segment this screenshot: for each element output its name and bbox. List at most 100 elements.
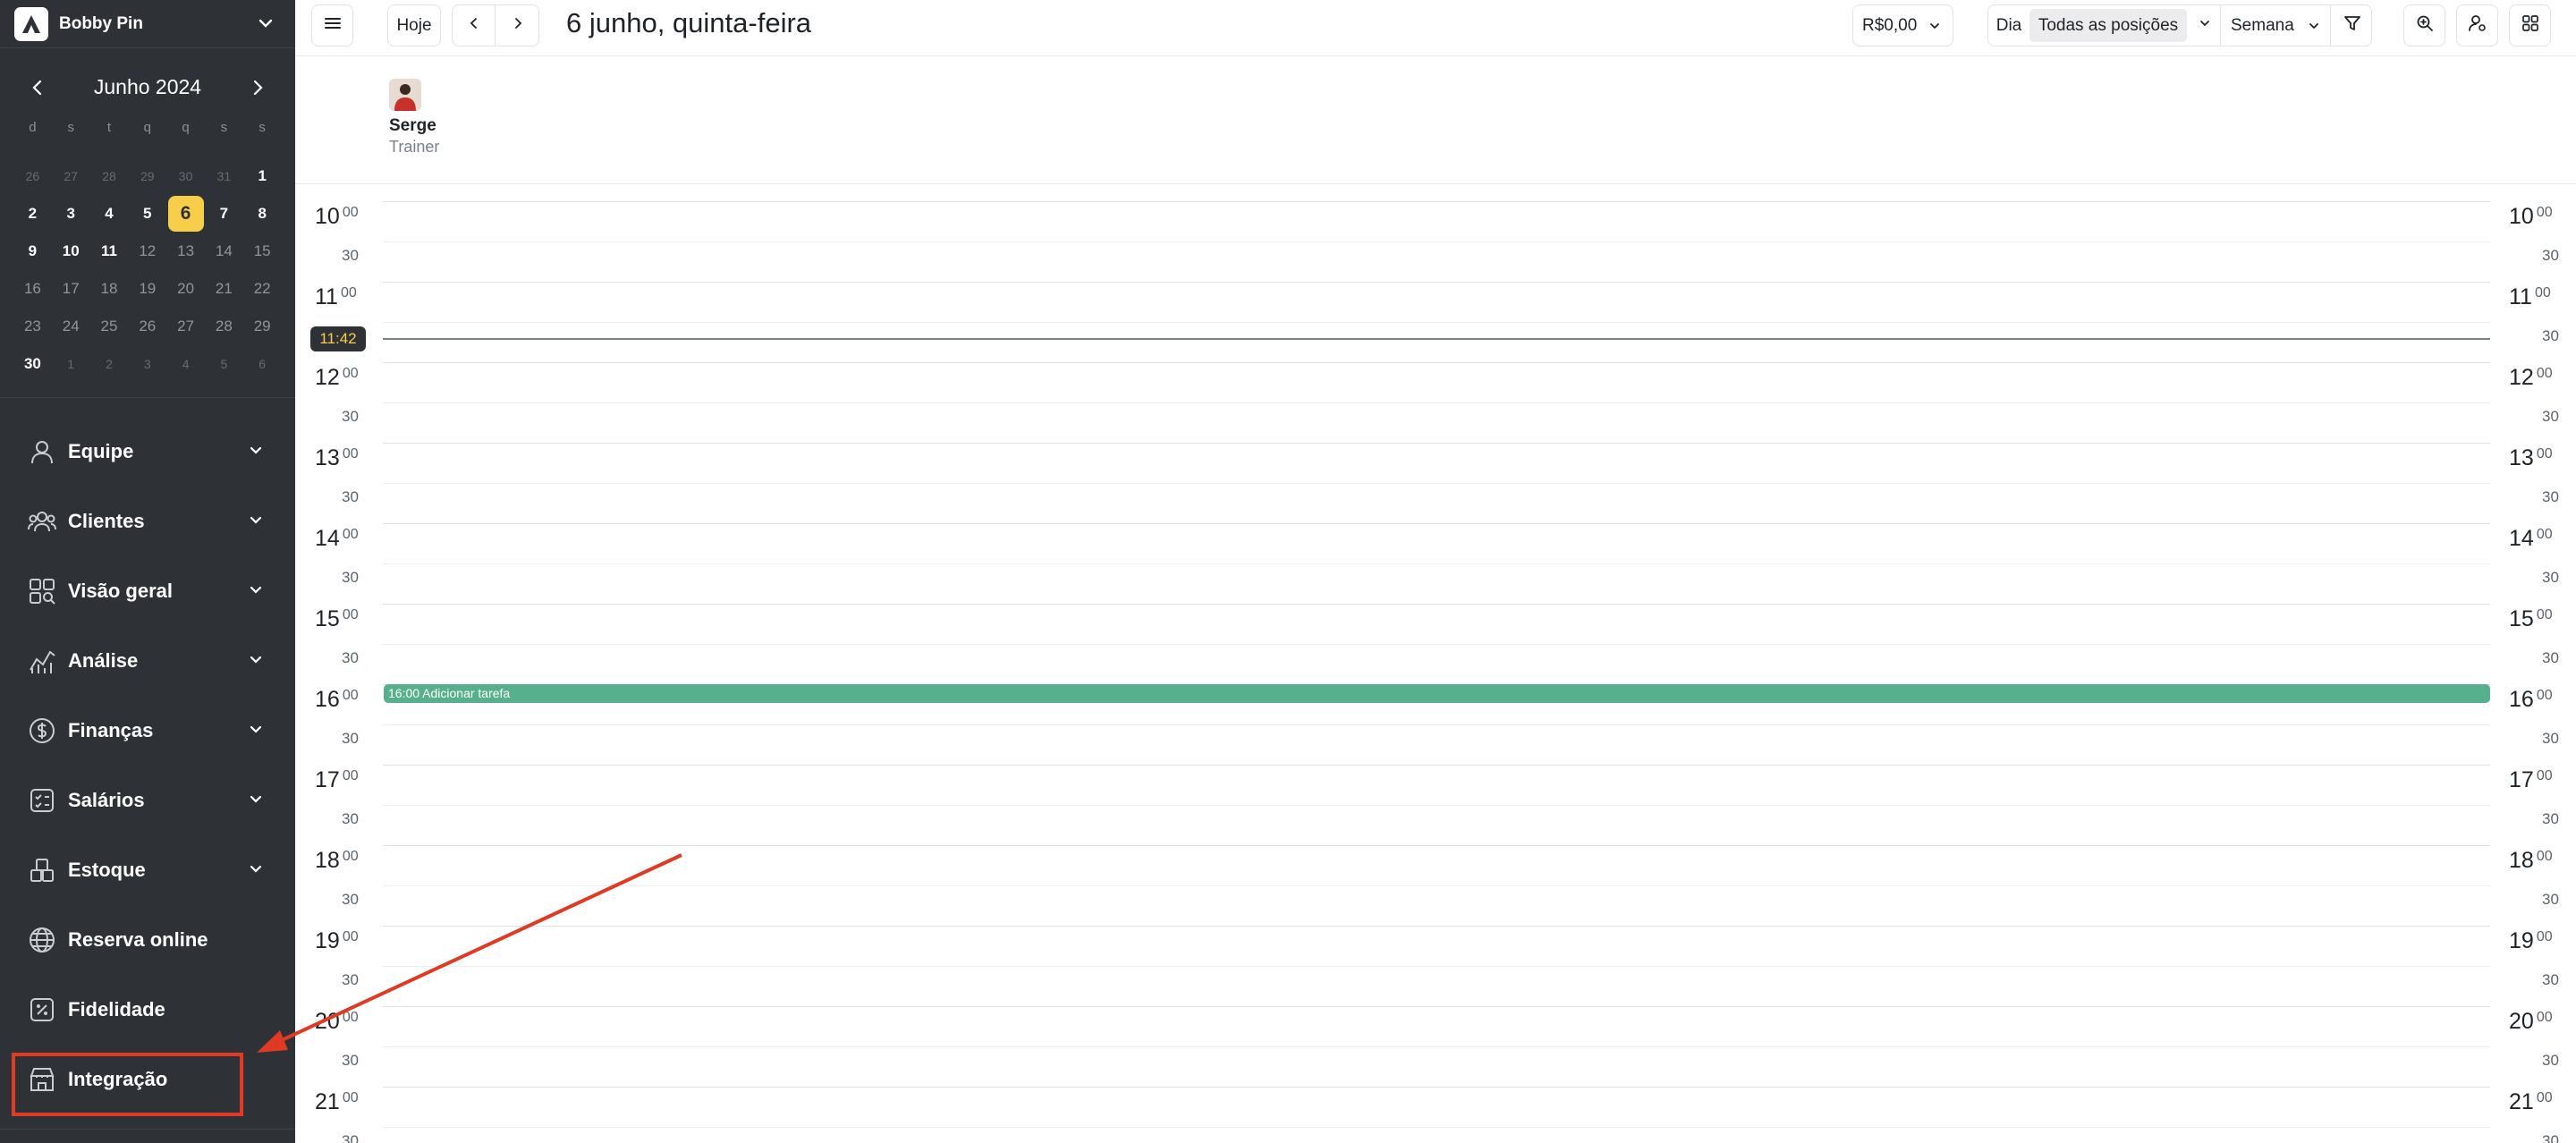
overview-icon	[27, 576, 57, 606]
sidebar-item-salary[interactable]: Salários	[0, 766, 295, 835]
calendar-day[interactable]: 13	[166, 233, 205, 270]
calendar-day[interactable]: 2	[90, 345, 129, 383]
calendar-day[interactable]: 4	[166, 345, 205, 383]
selected-day-label: 6	[167, 196, 204, 232]
half-hour-line	[383, 1046, 2490, 1047]
hour-label: 16 00	[315, 687, 359, 713]
calendar-day[interactable]: 15	[243, 233, 282, 270]
calendar-day-selected[interactable]: 6	[166, 195, 205, 233]
business-switcher[interactable]: Bobby Pin	[0, 0, 295, 48]
calendar-day[interactable]: 11	[90, 233, 129, 270]
positions-dropdown[interactable]: Todas as posições	[2029, 9, 2187, 42]
hamburger-icon	[323, 13, 343, 38]
today-button[interactable]: Hoje	[387, 4, 441, 47]
view-week-dropdown[interactable]: Semana	[2222, 5, 2331, 46]
minute-label: 00	[342, 205, 359, 220]
calendar-day[interactable]: 23	[13, 308, 52, 345]
staff-column-header[interactable]: Serge Trainer	[389, 79, 439, 156]
hour-label: 14 00	[2509, 526, 2553, 552]
prev-day-button[interactable]	[453, 5, 496, 46]
revenue-dropdown[interactable]: R$0,00	[1852, 4, 1953, 47]
calendar-day[interactable]: 27	[52, 157, 90, 195]
half-hour-label: 30	[342, 649, 359, 666]
zoom-button[interactable]	[2403, 4, 2445, 47]
calendar-day[interactable]: 18	[90, 270, 129, 308]
divider	[0, 397, 295, 398]
next-month-icon[interactable]	[247, 77, 268, 98]
hour-value: 18	[315, 848, 340, 873]
calendar-day[interactable]: 22	[243, 270, 282, 308]
calendar-day[interactable]: 3	[128, 345, 166, 383]
calendar-day[interactable]: 10	[52, 233, 90, 270]
hour-label: 18 00	[2509, 848, 2553, 874]
calendar-day[interactable]: 30	[166, 157, 205, 195]
calendar-day[interactable]: 31	[205, 157, 243, 195]
calendar-day[interactable]: 25	[90, 308, 129, 345]
calendar-day[interactable]: 9	[13, 233, 52, 270]
calendar-day[interactable]: 2	[13, 195, 52, 233]
positions-chevron[interactable]	[2189, 5, 2221, 46]
half-hour-label: 30	[2542, 1052, 2559, 1069]
hour-label: 14 00	[315, 526, 359, 552]
calendar-day[interactable]: 21	[205, 270, 243, 308]
next-day-button[interactable]	[496, 5, 539, 46]
sidebar-item-users[interactable]: Clientes	[0, 487, 295, 556]
chevron-down-icon[interactable]	[256, 13, 275, 38]
calendar-day[interactable]: 29	[243, 308, 282, 345]
hour-value: 17	[315, 767, 340, 792]
calendar-day[interactable]: 8	[243, 195, 282, 233]
calendar-day[interactable]: 24	[52, 308, 90, 345]
staff-settings-button[interactable]	[2456, 4, 2498, 47]
event-block[interactable]: 16:00 Adicionar tarefa	[384, 684, 2490, 703]
calendar-day[interactable]: 17	[52, 270, 90, 308]
apps-button[interactable]	[2509, 4, 2551, 47]
sidebar-item-dollar[interactable]: Finanças	[0, 696, 295, 766]
sidebar-item-overview[interactable]: Visão geral	[0, 556, 295, 626]
sidebar-item-loyalty[interactable]: Fidelidade	[0, 975, 295, 1045]
hour-line	[383, 926, 2490, 927]
sidebar-item-label: Reserva online	[68, 928, 208, 951]
calendar-day[interactable]: 12	[128, 233, 166, 270]
user-settings-icon	[2468, 13, 2487, 38]
sidebar-item-user[interactable]: Equipe	[0, 417, 295, 487]
sidebar-item-analytics[interactable]: Análise	[0, 626, 295, 696]
sidebar-item-stock[interactable]: Estoque	[0, 835, 295, 905]
hour-value: 15	[2509, 606, 2534, 631]
calendar-day[interactable]: 30	[13, 345, 52, 383]
calendar-day[interactable]: 26	[13, 157, 52, 195]
calendar-day[interactable]: 7	[205, 195, 243, 233]
filter-button[interactable]	[2332, 5, 2372, 46]
sidebar-item-label: Finanças	[68, 719, 154, 741]
calendar-day[interactable]: 28	[90, 157, 129, 195]
chevron-down-icon	[247, 442, 265, 465]
hour-value: 10	[315, 204, 340, 229]
view-day-button[interactable]: Dia	[1988, 5, 2029, 46]
calendar-day[interactable]: 6	[243, 345, 282, 383]
calendar-day[interactable]: 3	[52, 195, 90, 233]
calendar-day[interactable]: 26	[128, 308, 166, 345]
half-hour-label: 30	[2542, 488, 2559, 505]
calendar-day[interactable]: 28	[205, 308, 243, 345]
calendar-day[interactable]: 1	[243, 157, 282, 195]
calendar-day[interactable]: 1	[52, 345, 90, 383]
calendar-day[interactable]: 5	[205, 345, 243, 383]
calendar-day[interactable]: 16	[13, 270, 52, 308]
sidebar-item-label: Clientes	[68, 510, 145, 532]
calendar-day[interactable]: 14	[205, 233, 243, 270]
half-hour-label: 30	[2542, 810, 2559, 827]
day-timeline[interactable]: 1000100030301100110030301200120030301300…	[295, 184, 2576, 1143]
calendar-day[interactable]: 20	[166, 270, 205, 308]
calendar-day[interactable]: 5	[128, 195, 166, 233]
weekday-label: s	[258, 120, 266, 135]
calendar-day[interactable]: 4	[90, 195, 129, 233]
hour-label: 16 00	[2509, 687, 2553, 713]
minute-label: 00	[2536, 1010, 2553, 1025]
half-hour-line	[383, 483, 2490, 484]
calendar-day[interactable]: 29	[128, 157, 166, 195]
sidebar-item-globe[interactable]: Reserva online	[0, 905, 295, 975]
calendar-day[interactable]: 27	[166, 308, 205, 345]
hour-label: 11 00	[2509, 284, 2551, 310]
menu-button[interactable]	[311, 4, 353, 47]
calendar-day[interactable]: 19	[128, 270, 166, 308]
chevron-right-icon	[511, 16, 525, 36]
